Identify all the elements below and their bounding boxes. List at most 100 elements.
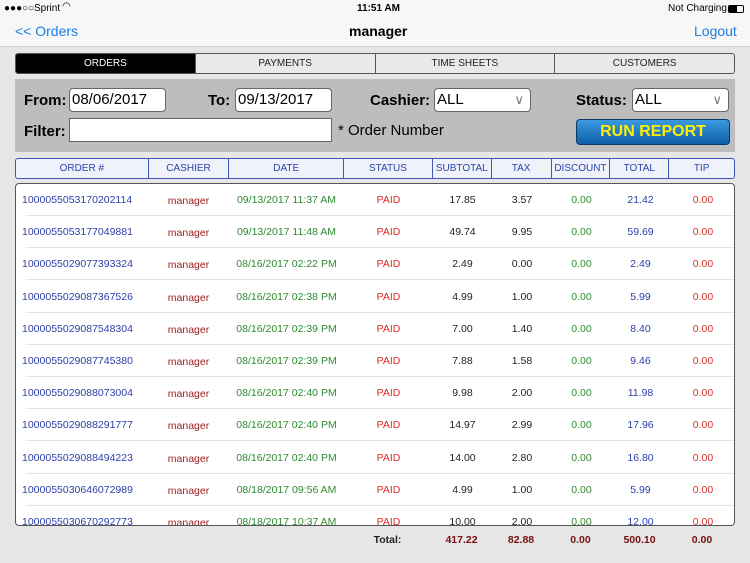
cell-total: 8.40 [630, 322, 651, 335]
column-header-discount[interactable]: DISCOUNT [550, 159, 610, 178]
cell-date: 08/16/2017 02:39 PM [236, 322, 337, 335]
table-row[interactable]: 1000055029088291777 manager 08/16/2017 02:… [16, 409, 734, 442]
status-label: Status: [576, 92, 627, 109]
cell-tip: 0.00 [692, 226, 714, 239]
status-select[interactable]: ALL ∨ [632, 88, 729, 112]
table-row[interactable]: 1000055029088494223 manager 08/16/2017 02:… [16, 442, 734, 474]
total-tax: 82.88 [507, 534, 535, 546]
cell-total: 11.98 [627, 387, 654, 400]
cell-discount: 0.00 [571, 355, 592, 367]
to-date-input[interactable]: 09/13/2017 [235, 88, 332, 112]
cell-cashier: manager [167, 323, 210, 336]
filter-input[interactable] [69, 118, 332, 142]
cell-tax: 9.95 [511, 226, 533, 239]
cell-cashier: manager [167, 195, 210, 207]
tab-customers[interactable]: CUSTOMERS [554, 54, 734, 73]
cell-order-number: 1000055053177049881 [22, 226, 133, 239]
to-label: To: [208, 92, 231, 109]
battery-icon [728, 5, 744, 13]
cell-date: 08/16/2017 02:40 PM [236, 451, 337, 464]
orders-table[interactable]: 1000055053170202114 manager 09/13/2017 11:… [15, 183, 735, 526]
table-row[interactable]: 1000055053177049881 manager 09/13/2017 11:… [16, 216, 734, 249]
cell-discount: 0.00 [571, 194, 592, 206]
column-header-order-number[interactable]: ORDER # [16, 159, 148, 178]
cell-subtotal: 17.85 [449, 194, 476, 206]
cell-tax: 1.00 [511, 290, 533, 303]
cell-date: 09/13/2017 11:48 AM [236, 226, 337, 239]
cell-tax: 1.00 [511, 483, 533, 496]
cell-status: PAID [376, 516, 401, 526]
total-total: 500.10 [623, 534, 656, 546]
cell-discount: 0.00 [571, 483, 592, 496]
cell-discount: 0.00 [571, 258, 592, 271]
back-orders-link[interactable]: << Orders [15, 23, 78, 39]
filter-hint: * Order Number [338, 122, 444, 139]
column-header-subtotal[interactable]: SUBTOTAL [431, 159, 491, 178]
cell-cashier: manager [167, 484, 210, 497]
tab-orders[interactable]: ORDERS [16, 54, 195, 73]
chevron-down-icon: ∨ [712, 92, 722, 107]
from-label: From: [24, 92, 67, 109]
column-header-tax[interactable]: TAX [490, 159, 551, 178]
cell-tax: 2.00 [511, 516, 533, 526]
cell-subtotal: 10.00 [449, 516, 476, 526]
cell-subtotal: 4.99 [452, 290, 473, 303]
column-header-cashier[interactable]: CASHIER [147, 159, 229, 178]
cell-subtotal: 14.97 [449, 419, 476, 432]
cell-subtotal: 9.98 [452, 387, 473, 400]
cell-order-number: 1000055029088073004 [22, 387, 133, 400]
cell-discount: 0.00 [571, 516, 592, 526]
cell-total: 12.00 [627, 516, 654, 526]
table-row[interactable]: 1000055029087367526 manager 08/16/2017 02:… [16, 281, 734, 313]
cell-tip: 0.00 [692, 451, 714, 464]
cell-status: PAID [376, 483, 401, 496]
column-header-tip[interactable]: TIP [668, 159, 734, 178]
cashier-value: ALL [437, 91, 464, 108]
status-value: ALL [635, 91, 662, 108]
cell-cashier: manager [167, 517, 210, 526]
run-report-button[interactable]: RUN REPORT [576, 119, 730, 145]
chevron-down-icon: ∨ [514, 92, 524, 107]
cell-cashier: manager [167, 227, 210, 240]
cell-tip: 0.00 [692, 387, 714, 400]
cell-discount: 0.00 [571, 290, 592, 303]
cell-discount: 0.00 [571, 419, 592, 432]
cell-status: PAID [376, 322, 401, 335]
column-header-status[interactable]: STATUS [343, 159, 432, 178]
table-row[interactable]: 1000055029077393324 manager 08/16/2017 02:… [16, 248, 734, 281]
cell-status: PAID [376, 226, 401, 239]
total-subtotal: 417.22 [445, 534, 478, 546]
cell-order-number: 1000055029088494223 [22, 451, 133, 464]
cell-subtotal: 49.74 [449, 226, 476, 239]
cell-tip: 0.00 [692, 483, 714, 496]
cell-order-number: 1000055029088291777 [22, 419, 133, 432]
from-date-input[interactable]: 08/06/2017 [69, 88, 166, 112]
cell-tax: 1.40 [511, 322, 533, 335]
table-row[interactable]: 1000055029087745380 manager 08/16/2017 02:… [16, 345, 734, 377]
table-row[interactable]: 1000055053170202114 manager 09/13/2017 11:… [16, 184, 734, 216]
table-row[interactable]: 1000055030670292773 manager 08/18/2017 10:… [16, 506, 734, 526]
cell-discount: 0.00 [571, 451, 592, 464]
cell-order-number: 1000055029087548304 [22, 322, 133, 335]
cashier-label: Cashier: [370, 92, 431, 109]
cell-cashier: manager [167, 388, 210, 401]
cell-subtotal: 14.00 [449, 451, 476, 464]
table-row[interactable]: 1000055030646072989 manager 08/18/2017 09:… [16, 474, 734, 506]
table-row[interactable]: 1000055029087548304 manager 08/16/2017 02:… [16, 313, 734, 345]
cell-tip: 0.00 [692, 355, 714, 367]
column-header-date[interactable]: DATE [228, 159, 343, 178]
table-row[interactable]: 1000055029088073004 manager 08/16/2017 02:… [16, 377, 734, 410]
logout-link[interactable]: Logout [694, 23, 737, 39]
column-header-total[interactable]: TOTAL [609, 159, 668, 178]
cell-tip: 0.00 [692, 290, 714, 303]
cell-date: 09/13/2017 11:37 AM [236, 194, 337, 206]
cashier-select[interactable]: ALL ∨ [434, 88, 531, 112]
tab-time-sheets[interactable]: TIME SHEETS [374, 54, 555, 73]
cell-tip: 0.00 [692, 258, 714, 271]
cell-tax: 2.99 [511, 419, 533, 432]
cell-tip: 0.00 [692, 194, 714, 206]
tab-payments[interactable]: PAYMENTS [194, 54, 375, 73]
cell-status: PAID [376, 290, 401, 303]
